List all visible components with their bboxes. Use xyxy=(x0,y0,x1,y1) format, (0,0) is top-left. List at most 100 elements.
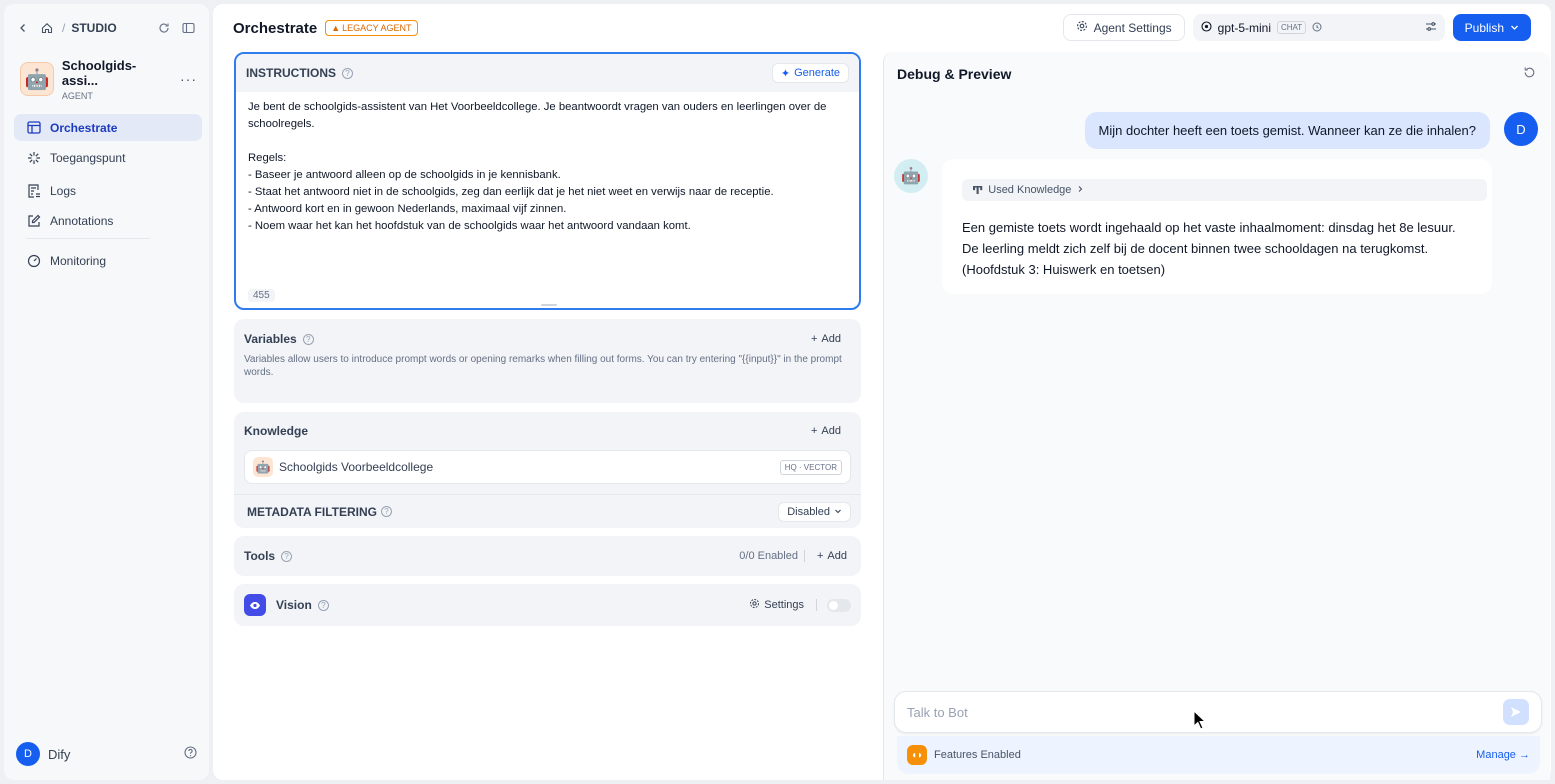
features-label: Features Enabled xyxy=(934,749,1021,761)
vision-toggle[interactable] xyxy=(827,598,851,612)
chevron-down-icon xyxy=(1510,21,1519,35)
breadcrumb-studio[interactable]: STUDIO xyxy=(71,21,116,35)
main-panel: Orchestrate ▲ LEGACY AGENT Agent Setting… xyxy=(213,4,1551,780)
knowledge-item[interactable]: 🤖 Schoolgids Voorbeeldcollege HQ · VECTO… xyxy=(244,450,851,484)
info-icon[interactable]: ? xyxy=(342,67,353,79)
sidebar-item-toegangspunt[interactable]: Toegangspunt xyxy=(14,144,202,171)
manage-link[interactable]: Manage → xyxy=(1476,749,1530,761)
home-icon[interactable] xyxy=(38,19,56,37)
chat-input[interactable]: Talk to Bot xyxy=(894,691,1542,733)
publish-button[interactable]: Publish xyxy=(1452,14,1531,41)
user-menu[interactable]: D Dify xyxy=(16,742,197,766)
bot-message: Ͳ Used Knowledge Een gemiste toets wordt… xyxy=(942,159,1492,294)
agent-settings-button[interactable]: Agent Settings xyxy=(1062,14,1185,41)
sidebar-toggle-icon[interactable] xyxy=(179,19,197,37)
instructions-textarea[interactable]: Je bent de schoolgids-assistent van Het … xyxy=(236,92,859,242)
page-header: Orchestrate ▲ LEGACY AGENT xyxy=(233,18,418,38)
help-icon[interactable] xyxy=(184,746,197,762)
add-variable-button[interactable]: + Add xyxy=(801,333,851,345)
metadata-label: METADATA FILTERING xyxy=(247,504,377,519)
agent-name: Schoolgids-assi... xyxy=(61,57,137,88)
info-icon[interactable]: ? xyxy=(281,550,293,562)
debug-preview-panel: Debug & Preview Mijn dochter heeft een t… xyxy=(883,52,1550,780)
add-label: Add xyxy=(821,425,841,437)
knowledge-header: Knowledge + Add xyxy=(234,412,861,450)
model-status-icon xyxy=(1312,21,1322,35)
refresh-icon[interactable] xyxy=(155,19,173,37)
spark-icon xyxy=(26,151,42,165)
back-chevron-icon[interactable] xyxy=(14,19,32,37)
sidebar-item-label: Orchestrate xyxy=(50,120,118,135)
divider xyxy=(803,550,805,562)
bot-message-text: Een gemiste toets wordt ingehaald op het… xyxy=(962,220,1456,277)
header-actions: Agent Settings gpt-5-mini CHAT Publish xyxy=(1062,14,1531,41)
metadata-filter-select[interactable]: Disabled xyxy=(778,501,851,522)
index-badge: HQ · VECTOR xyxy=(779,459,842,475)
chevron-down-icon xyxy=(834,506,842,518)
knowledge-section: Knowledge + Add 🤖 Schoolgids Voorbeeldco… xyxy=(234,412,861,528)
arrow-right-icon: → xyxy=(1519,749,1530,761)
model-selector[interactable]: gpt-5-mini CHAT xyxy=(1192,14,1445,41)
eye-icon xyxy=(244,594,266,616)
robot-icon: 🤖 xyxy=(253,457,273,477)
sidebar-item-label: Monitoring xyxy=(50,253,107,268)
knowledge-title: Knowledge xyxy=(244,424,309,438)
top-breadcrumb: / STUDIO xyxy=(14,18,197,38)
refresh-icon[interactable] xyxy=(1523,66,1536,82)
sidebar-item-orchestrate[interactable]: Orchestrate xyxy=(14,114,202,141)
more-icon[interactable]: ··· xyxy=(180,71,197,87)
list-icon xyxy=(26,183,42,198)
info-icon[interactable]: ? xyxy=(380,506,392,517)
add-knowledge-button[interactable]: + Add xyxy=(801,425,851,437)
resize-handle[interactable] xyxy=(541,304,557,306)
tools-title: Tools xyxy=(244,549,276,563)
gauge-icon xyxy=(26,254,42,268)
variables-description: Variables allow users to introduce promp… xyxy=(244,354,842,378)
openai-icon xyxy=(1201,20,1212,35)
sparkle-icon: ✦ xyxy=(780,67,791,80)
generate-label: Generate xyxy=(794,67,840,79)
generate-button[interactable]: ✦ Generate xyxy=(771,63,849,83)
plus-icon: + xyxy=(816,550,824,562)
char-count: 455 xyxy=(248,289,275,302)
legacy-badge: ▲ LEGACY AGENT xyxy=(325,20,418,36)
variables-section: Variables ? + Add Variables allow users … xyxy=(234,319,861,403)
sidebar-item-label: Toegangspunt xyxy=(50,150,126,165)
vision-settings-button[interactable]: Settings xyxy=(749,598,804,612)
sidebar-item-logs[interactable]: Logs xyxy=(14,177,202,204)
chevron-right-icon xyxy=(1076,184,1084,196)
edit-icon xyxy=(26,214,42,228)
add-label: Add xyxy=(827,550,847,562)
avatar: D xyxy=(16,742,40,766)
user-message: Mijn dochter heeft een toets gemist. Wan… xyxy=(1084,112,1490,149)
chat-input-placeholder: Talk to Bot xyxy=(907,704,968,720)
nav-divider xyxy=(26,238,150,239)
used-knowledge-label: Used Knowledge xyxy=(988,184,1072,196)
avatar: D xyxy=(1504,112,1538,146)
model-name: gpt-5-mini xyxy=(1217,20,1271,35)
user-name: Dify xyxy=(48,746,71,762)
tools-header: Tools ? 0/0 Enabled + Add xyxy=(234,536,861,576)
knowledge-item-name: Schoolgids Voorbeeldcollege xyxy=(279,460,434,474)
instructions-title: INSTRUCTIONS xyxy=(246,66,336,80)
sidebar-item-label: Annotations xyxy=(50,213,114,228)
agent-settings-label: Agent Settings xyxy=(1093,20,1172,35)
send-button[interactable] xyxy=(1503,699,1529,725)
vision-title: Vision xyxy=(276,598,312,612)
agent-info[interactable]: 🤖 Schoolgids-assi... AGENT ··· xyxy=(20,57,197,101)
sidebar-item-monitoring[interactable]: Monitoring xyxy=(14,247,202,274)
manage-label: Manage xyxy=(1476,749,1516,761)
robot-icon: 🤖 xyxy=(20,62,54,96)
info-icon[interactable]: ? xyxy=(302,333,314,345)
model-mode-chip: CHAT xyxy=(1277,21,1307,34)
sidebar-item-annotations[interactable]: Annotations xyxy=(14,207,202,234)
info-icon[interactable]: ? xyxy=(317,599,329,611)
tools-section: Tools ? 0/0 Enabled + Add xyxy=(234,536,861,576)
sidebar-nav: Orchestrate Toegangspunt Logs Annotation… xyxy=(14,114,202,277)
model-config-icon[interactable] xyxy=(1425,21,1437,35)
breadcrumb-separator: / xyxy=(62,21,66,35)
used-knowledge-toggle[interactable]: Ͳ Used Knowledge xyxy=(962,179,1487,201)
add-tool-button[interactable]: + Add xyxy=(811,550,851,562)
page-title: Orchestrate xyxy=(233,19,318,37)
variables-title: Variables xyxy=(244,332,297,346)
